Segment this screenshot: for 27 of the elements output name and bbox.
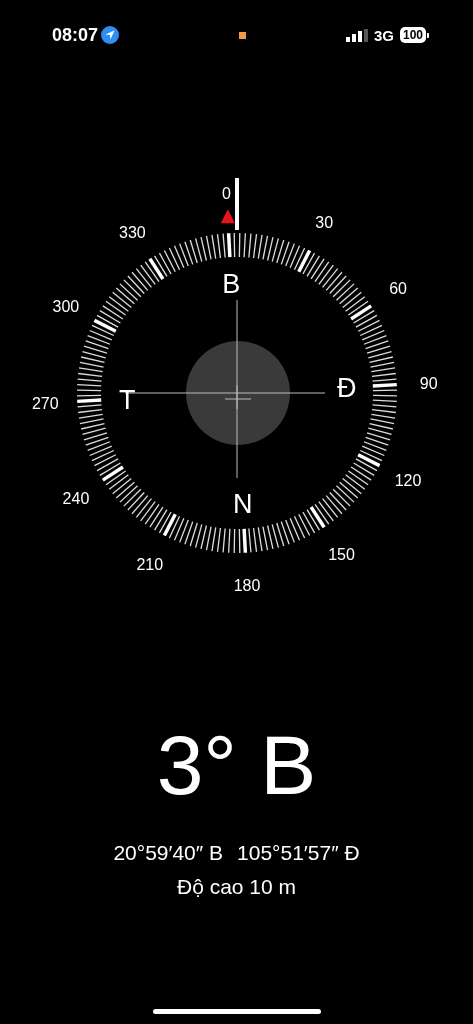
dial-number: 60 xyxy=(389,280,407,298)
latitude-text: 20°59′40″ B xyxy=(113,841,224,865)
cardinal-letter: Đ xyxy=(337,373,357,404)
dial-number: 270 xyxy=(31,395,59,413)
dial-number: 30 xyxy=(315,213,334,231)
dial-number: 300 xyxy=(52,297,80,315)
signal-icon xyxy=(345,28,368,42)
dial-number: 210 xyxy=(136,556,164,574)
cardinal-letter: N xyxy=(233,488,253,519)
dial-number: 90 xyxy=(419,374,438,392)
home-indicator[interactable] xyxy=(152,1009,321,1014)
dial-number: 0 xyxy=(222,185,231,203)
cardinal-letter: T xyxy=(118,384,136,415)
dial-number: 180 xyxy=(233,576,261,594)
altitude-text: Độ cao 10 m xyxy=(176,875,297,899)
dial-number: 150 xyxy=(328,546,355,563)
longitude-text: 105°51′57″ Đ xyxy=(237,841,360,865)
status-time: 08:07 xyxy=(52,24,99,46)
privacy-indicator-icon xyxy=(239,31,246,39)
dial-number: 240 xyxy=(62,489,90,507)
dial-number: 120 xyxy=(394,472,422,490)
north-marker-icon xyxy=(220,209,235,224)
dial-number: 330 xyxy=(119,224,146,241)
network-type: 3G xyxy=(373,26,394,44)
heading-reading: 3° B xyxy=(156,723,317,807)
cardinal-letter: B xyxy=(222,269,241,300)
battery-icon: 100 xyxy=(399,27,426,43)
